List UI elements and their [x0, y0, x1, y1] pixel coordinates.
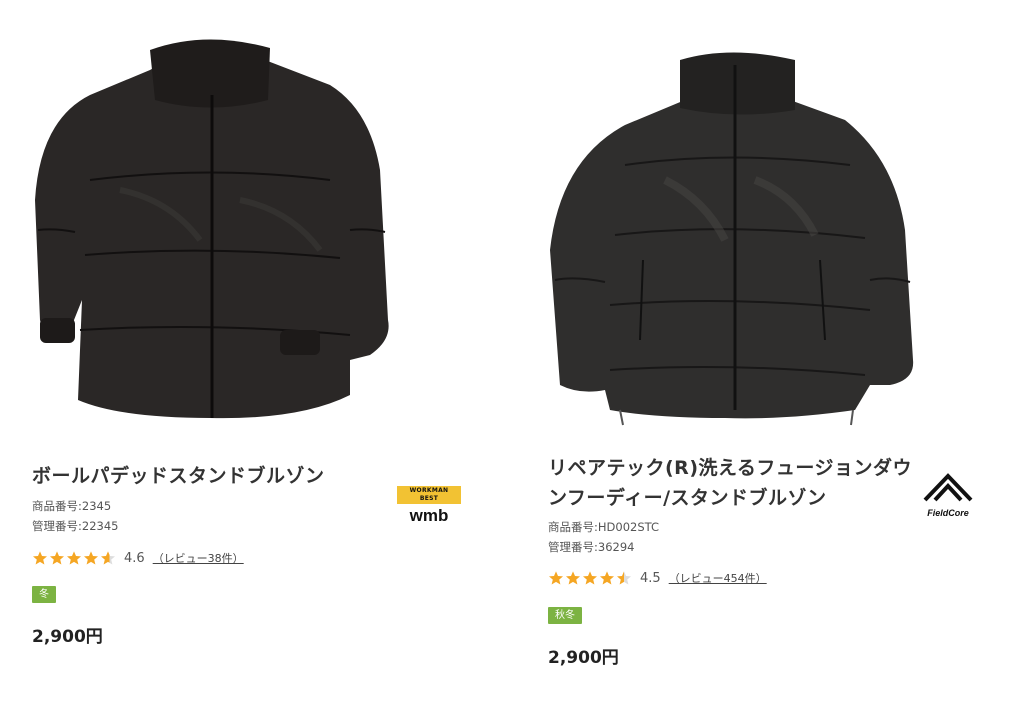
rating-value: 4.5	[640, 570, 661, 586]
star-icon	[566, 571, 580, 585]
star-icon	[549, 571, 563, 585]
fieldcore-mark-icon	[923, 473, 973, 502]
rating-row: 4.6 （レビュー38件）	[32, 548, 244, 568]
management-number: 管理番号:36294	[548, 540, 635, 554]
product-card-2[interactable]: リペアテック(R)洗えるフュージョンダウ ンフーディー/スタンドブルゾン Fie…	[515, 0, 985, 710]
rating-value: 4.6	[124, 550, 145, 566]
star-icon	[67, 551, 81, 565]
product-number: 商品番号:2345	[32, 499, 112, 513]
star-rating	[32, 550, 116, 566]
wmb-logo: WORKMAN BEST wmb	[397, 486, 461, 526]
reviews-link-text[interactable]: （レビュー38件）	[153, 552, 244, 565]
star-icon	[583, 571, 597, 585]
jacket-image	[550, 52, 914, 426]
half-star-icon	[617, 571, 631, 585]
reviews-link[interactable]: （レビュー38件）	[153, 550, 244, 566]
star-icon	[50, 551, 64, 565]
star-icon	[600, 571, 614, 585]
product-card-1[interactable]: ボールパデッドスタンドブルゾン WORKMAN BEST wmb 商品番号:23…	[0, 0, 470, 710]
reviews-link-text[interactable]: （レビュー454件）	[669, 572, 767, 585]
star-icon	[84, 551, 98, 565]
management-number: 管理番号:22345	[32, 519, 119, 533]
product-image[interactable]	[515, 0, 985, 440]
fieldcore-logo: FieldCore	[917, 470, 979, 518]
product-image[interactable]	[0, 0, 470, 440]
product-number: 商品番号:HD002STC	[548, 520, 660, 534]
half-star-icon	[101, 551, 115, 565]
season-badge: 秋冬	[548, 607, 582, 624]
reviews-link[interactable]: （レビュー454件）	[669, 570, 767, 586]
rating-row: 4.5 （レビュー454件）	[548, 568, 767, 588]
jacket-image	[35, 39, 389, 419]
price: 2,900円	[548, 648, 619, 668]
product-title[interactable]: ボールパデッドスタンドブルゾン	[32, 461, 325, 491]
star-rating	[548, 570, 632, 586]
season-badge: 冬	[32, 586, 56, 603]
star-icon	[33, 551, 47, 565]
product-title[interactable]: リペアテック(R)洗えるフュージョンダウ ンフーディー/スタンドブルゾン	[548, 453, 928, 513]
price: 2,900円	[32, 627, 103, 647]
